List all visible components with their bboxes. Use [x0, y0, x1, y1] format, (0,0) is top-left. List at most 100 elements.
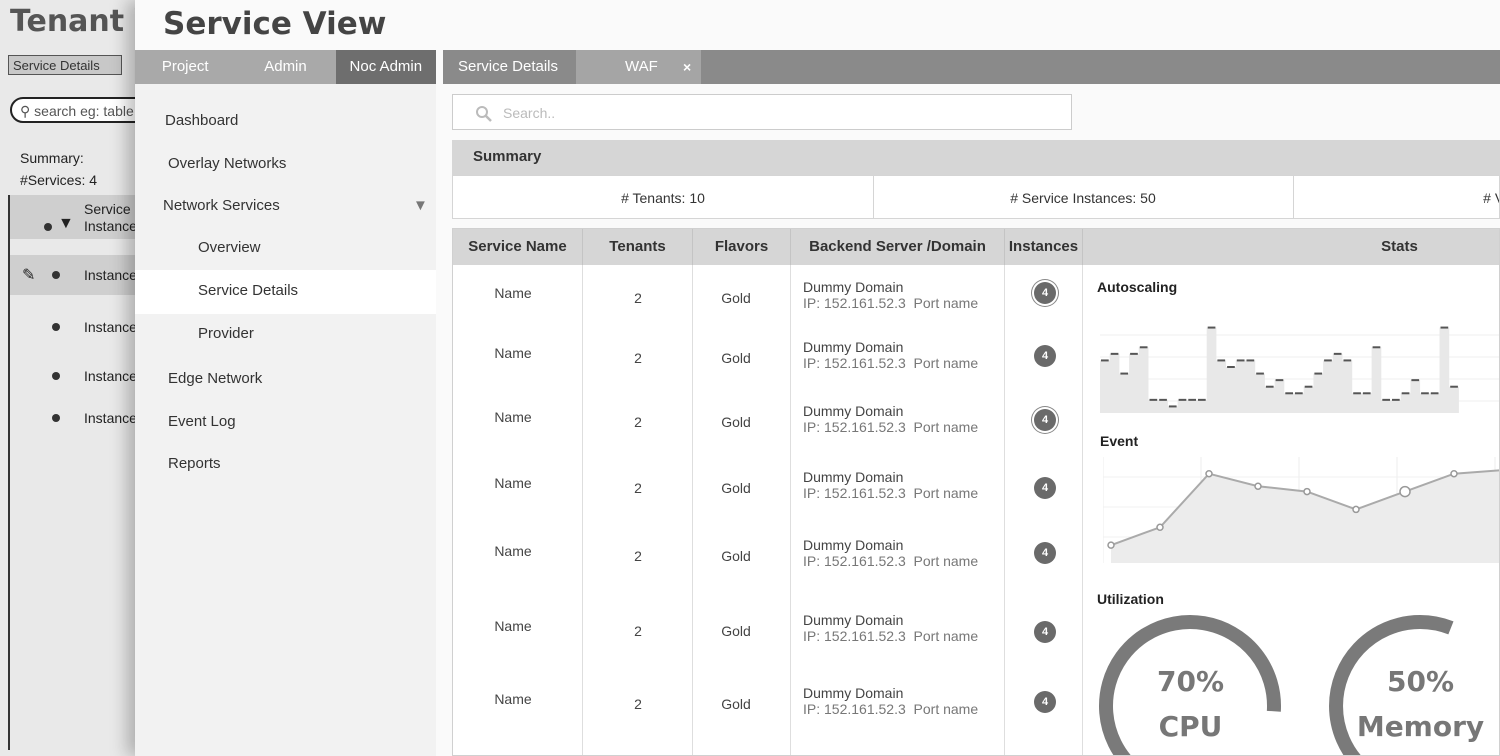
column-header-stats[interactable]: Stats — [1083, 229, 1499, 265]
summary-header: Summary — [452, 140, 1500, 175]
event-point — [1205, 469, 1213, 478]
service-name-cell: Name — [494, 475, 532, 491]
column-header-tenants[interactable]: Tenants — [583, 229, 693, 265]
column-header-flavors[interactable]: Flavors — [693, 229, 791, 265]
backend-cell: Dummy Domain IP: 152.161.52.3 Port name — [803, 612, 978, 644]
domain-text: Dummy Domain — [803, 469, 904, 485]
sidebar: Dashboard Overlay Networks Network Servi… — [135, 84, 436, 756]
pencil-icon: ✎ — [22, 267, 36, 284]
tenants-cell: 2 — [634, 350, 642, 366]
tenants-cell: 2 — [634, 623, 642, 639]
background-summary-label: Summary: — [20, 150, 84, 166]
cpu-label: CPU — [1158, 710, 1223, 743]
column-header-backend[interactable]: Backend Server /Domain — [791, 229, 1005, 265]
table-header: Service Name Tenants Flavors Backend Ser… — [453, 229, 1499, 265]
cpu-percent: 70% — [1156, 665, 1225, 698]
services-table: Service Name Tenants Flavors Backend Ser… — [452, 228, 1500, 756]
domain-text: Dummy Domain — [803, 403, 904, 419]
instances-badge[interactable]: 4 — [1034, 691, 1056, 713]
tab-admin[interactable]: Admin — [235, 50, 335, 84]
sidebar-item-service-details[interactable]: Service Details — [198, 282, 298, 299]
domain-text: Dummy Domain — [803, 685, 904, 701]
background-services-count: #Services: 4 — [20, 172, 98, 188]
summary-vms: # VMs — [1293, 176, 1499, 218]
instances-badge[interactable]: 4 — [1034, 542, 1056, 564]
column-header-instances[interactable]: Instances — [1005, 229, 1083, 265]
event-title: Event — [1100, 433, 1139, 449]
list-item: Instance — [10, 366, 150, 390]
background-header-text: Service Instance — [84, 201, 137, 234]
instances-badge[interactable]: 4 — [1034, 409, 1056, 431]
column-divider — [582, 265, 583, 755]
tab-service-details[interactable]: Service Details — [443, 50, 573, 84]
sidebar-item-edge-network[interactable]: Edge Network — [168, 370, 262, 387]
role-tabs: Project Admin Noc Admin — [135, 50, 436, 84]
event-point — [1399, 485, 1411, 498]
port-text: Port name — [913, 701, 979, 717]
ip-text: IP: 152.161.52.3 — [803, 295, 906, 311]
flavor-cell: Gold — [721, 696, 751, 712]
flavor-cell: Gold — [721, 414, 751, 430]
event-point — [1352, 505, 1360, 514]
column-header-service-name[interactable]: Service Name — [453, 229, 583, 265]
list-item: ✎ Instance — [10, 255, 150, 295]
search-input[interactable]: Search.. — [503, 105, 555, 121]
instance-label: Instance — [84, 267, 137, 283]
chevron-down-icon[interactable]: ▼ — [413, 197, 428, 214]
event-point — [1254, 482, 1262, 490]
tab-waf-label: WAF — [625, 58, 658, 75]
flavor-cell: Gold — [721, 350, 751, 366]
instances-badge[interactable]: 4 — [1034, 345, 1056, 367]
column-divider — [692, 265, 693, 755]
column-divider — [1082, 265, 1083, 755]
backend-cell: Dummy Domain IP: 152.161.52.3 Port name — [803, 685, 978, 717]
service-name-cell: Name — [494, 345, 532, 361]
sidebar-item-overlay-networks[interactable]: Overlay Networks — [168, 155, 286, 172]
service-name-cell: Name — [494, 691, 532, 707]
content-tabs: Service Details WAF × — [443, 50, 1500, 84]
search-box[interactable]: Search.. — [452, 94, 1072, 130]
sidebar-item-dashboard[interactable]: Dashboard — [165, 112, 238, 129]
sidebar-item-overview[interactable]: Overview — [198, 239, 261, 256]
sidebar-item-event-log[interactable]: Event Log — [168, 413, 236, 430]
backend-cell: Dummy Domain IP: 152.161.52.3 Port name — [803, 403, 978, 435]
service-name-cell: Name — [494, 618, 532, 634]
summary-service-instances: # Service Instances: 50 — [873, 176, 1294, 218]
flavor-cell: Gold — [721, 548, 751, 564]
ip-text: IP: 152.161.52.3 — [803, 628, 906, 644]
service-name-cell: Name — [494, 543, 532, 559]
tab-waf[interactable]: WAF × — [576, 50, 701, 84]
sidebar-item-reports[interactable]: Reports — [168, 455, 221, 472]
service-name-cell: Name — [494, 285, 532, 301]
bullet-icon — [52, 414, 60, 422]
tab-project[interactable]: Project — [135, 50, 235, 84]
tenants-cell: 2 — [634, 480, 642, 496]
instances-badge[interactable]: 4 — [1034, 477, 1056, 499]
domain-text: Dummy Domain — [803, 612, 904, 628]
background-list-header: ▼ Service Instance — [10, 195, 150, 239]
flavor-cell: Gold — [721, 623, 751, 639]
bullet-icon — [52, 323, 60, 331]
backend-cell: Dummy Domain IP: 152.161.52.3 Port name — [803, 339, 978, 371]
ip-text: IP: 152.161.52.3 — [803, 485, 906, 501]
sidebar-item-network-services[interactable]: Network Services — [163, 197, 280, 214]
tab-noc-admin[interactable]: Noc Admin — [335, 50, 436, 84]
port-text: Port name — [913, 553, 979, 569]
background-search: ⚲ search eg: table — [10, 97, 150, 123]
autoscaling-title: Autoscaling — [1097, 279, 1178, 295]
instances-badge[interactable]: 4 — [1034, 621, 1056, 643]
port-text: Port name — [913, 355, 979, 371]
port-text: Port name — [913, 419, 979, 435]
sidebar-item-provider[interactable]: Provider — [198, 325, 254, 342]
ip-text: IP: 152.161.52.3 — [803, 701, 906, 717]
column-divider — [790, 265, 791, 755]
page-title: Service View — [163, 6, 387, 42]
backend-cell: Dummy Domain IP: 152.161.52.3 Port name — [803, 537, 978, 569]
close-icon[interactable]: × — [683, 50, 691, 84]
background-tab: Service Details — [8, 55, 122, 75]
event-point — [1156, 523, 1164, 532]
summary-row: # Tenants: 10 # Service Instances: 50 # … — [452, 175, 1500, 219]
bullet-icon — [52, 372, 60, 380]
instances-badge[interactable]: 4 — [1034, 282, 1056, 304]
list-item: Instance — [10, 317, 150, 341]
